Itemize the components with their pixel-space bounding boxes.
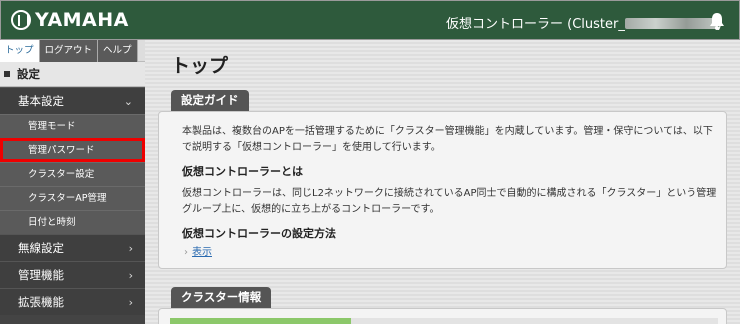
chevron-right-icon: ›	[128, 242, 133, 255]
settings-section-header: 設定	[0, 62, 145, 87]
guide-panel-tab: 設定ガイド	[171, 90, 249, 111]
square-bullet-icon	[4, 71, 10, 77]
guide-desc-line-1: 仮想コントローラーは、同じL2ネットワークに接続されているAP同士で自動的に構成…	[182, 188, 717, 199]
sidebar-item-cluster-settings[interactable]: クラスター設定	[0, 162, 145, 186]
sidebar-group-label: 無線設定	[18, 241, 64, 255]
guide-intro-line-2: で説明する「仮想コントローラー」を使用して行います。	[182, 142, 441, 153]
sidebar-group-extensions[interactable]: 拡張機能 ›	[0, 288, 145, 315]
guide-desc-line-2: グループ上に、仮想的に立ち上がるコントローラーです。	[182, 204, 440, 215]
sidebar-group-wireless-settings[interactable]: 無線設定 ›	[0, 234, 145, 261]
sidebar-item-admin-password[interactable]: 管理パスワード	[0, 138, 145, 162]
sidebar-group-basic-settings[interactable]: 基本設定 ⌄	[0, 87, 145, 114]
settings-section-label: 設定	[17, 67, 40, 81]
sidebar-group-label: 基本設定	[18, 94, 64, 108]
sidebar-tabs: トップ ログアウト ヘルプ	[0, 40, 145, 62]
sidebar-group-management[interactable]: 管理機能 ›	[0, 261, 145, 288]
guide-heading-what-is: 仮想コントローラーとは	[182, 165, 303, 178]
sidebar-item-admin-mode[interactable]: 管理モード	[0, 114, 145, 138]
cluster-progress-fill	[170, 318, 351, 324]
guide-panel: 本製品は、複数台のAPを一括管理するために「クラスター管理機能」を内蔵しています…	[158, 111, 727, 269]
sidebar-item-date-time[interactable]: 日付と時刻	[0, 210, 145, 234]
tab-top[interactable]: トップ	[0, 40, 40, 62]
cluster-id-redacted	[624, 18, 717, 29]
sidebar-group-label: 拡張機能	[18, 295, 64, 309]
cluster-progress-bar	[170, 318, 718, 324]
show-link[interactable]: › 表示	[184, 243, 212, 258]
sidebar-group-label: 管理機能	[18, 268, 64, 282]
chevron-right-icon: ›	[128, 296, 133, 309]
sidebar: トップ ログアウト ヘルプ 設定 基本設定 ⌄ 管理モード 管理パスワード クラ…	[0, 40, 145, 324]
logo-text: YAMAHA	[35, 9, 129, 31]
chevron-down-icon: ⌄	[123, 95, 133, 108]
chevron-right-icon: ›	[128, 269, 133, 282]
bell-icon[interactable]	[709, 12, 725, 30]
guide-heading-howto: 仮想コントローラーの設定方法	[182, 227, 336, 240]
cluster-title: 仮想コントローラー (Cluster_)	[446, 13, 722, 32]
chevron-right-icon: ›	[184, 247, 188, 258]
guide-intro-line-1: 本製品は、複数台のAPを一括管理するために「クラスター管理機能」を内蔵しています…	[182, 126, 713, 137]
show-link-label: 表示	[192, 247, 212, 258]
yamaha-tuning-fork-icon	[11, 10, 31, 30]
sidebar-item-cluster-ap-management[interactable]: クラスターAP管理	[0, 186, 145, 210]
top-header: YAMAHA 仮想コントローラー (Cluster_)	[0, 0, 740, 40]
main-content: トップ 設定ガイド 本製品は、複数台のAPを一括管理するために「クラスター管理機…	[145, 40, 740, 324]
tab-logout[interactable]: ログアウト	[39, 40, 99, 62]
cluster-title-label: 仮想コントローラー (Cluster_	[446, 17, 625, 32]
cluster-panel-tab: クラスター情報	[171, 287, 272, 308]
tab-help[interactable]: ヘルプ	[98, 40, 138, 62]
yamaha-logo[interactable]: YAMAHA	[11, 9, 129, 31]
page-title: トップ	[171, 55, 229, 77]
